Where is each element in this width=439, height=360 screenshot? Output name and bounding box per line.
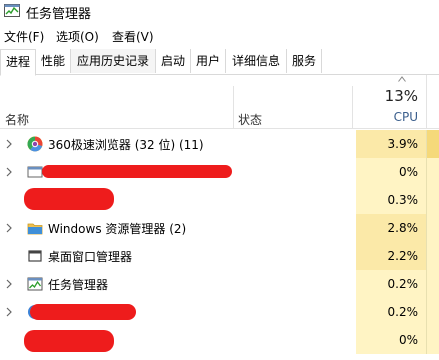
process-row[interactable]: 360极速浏览器 (32 位) (11) 3.9% — [0, 130, 439, 158]
tab-users[interactable]: 用户 — [191, 49, 226, 73]
tab-processes[interactable]: 进程 — [0, 49, 36, 76]
process-row[interactable]: 0% — [0, 326, 439, 354]
tab-startup[interactable]: 启动 — [156, 49, 191, 73]
cpu-value: 0% — [398, 165, 418, 179]
cpu-value: 2.8% — [387, 221, 419, 235]
expand-chevron-icon[interactable] — [6, 139, 12, 149]
expand-chevron-icon[interactable] — [6, 167, 12, 177]
header-separator — [0, 128, 439, 129]
desktop-window-icon — [28, 250, 42, 262]
redaction-mark — [24, 330, 114, 352]
cpu-value: 0.3% — [387, 193, 419, 207]
tab-details[interactable]: 详细信息 — [226, 49, 287, 73]
tab-performance[interactable]: 性能 — [36, 49, 71, 73]
task-manager-icon — [27, 277, 43, 291]
cpu-value: 2.2% — [387, 249, 419, 263]
menu-options[interactable]: 选项(O) — [56, 28, 99, 45]
360-browser-icon — [27, 136, 43, 152]
redaction-mark — [24, 188, 114, 210]
sort-chevron-up-icon — [398, 76, 406, 82]
memory-cell-partial — [426, 214, 439, 242]
memory-cell-partial — [426, 298, 439, 326]
column-header-memory-partial[interactable] — [426, 75, 439, 128]
column-divider[interactable] — [233, 86, 234, 128]
tab-services[interactable]: 服务 — [287, 49, 322, 73]
process-row[interactable]: Windows 资源管理器 (2) 2.8% — [0, 214, 439, 242]
process-name: 任务管理器 — [48, 278, 109, 292]
process-row[interactable]: 桌面窗口管理器 2.2% — [0, 242, 439, 270]
tab-app-history[interactable]: 应用历史记录 — [71, 49, 156, 73]
window-icon — [27, 166, 43, 178]
memory-cell-partial — [426, 242, 439, 270]
menu-bar: 文件(F) 选项(O) 查看(V) — [0, 26, 439, 46]
process-name: 360极速浏览器 (32 位) (11) — [48, 138, 204, 152]
column-divider[interactable] — [352, 86, 353, 128]
cpu-value: 0% — [398, 333, 418, 347]
folder-icon — [27, 223, 43, 235]
title-bar: 任务管理器 — [0, 0, 439, 22]
column-header-name[interactable]: 名称 — [5, 111, 29, 128]
memory-cell-partial — [426, 326, 439, 354]
cpu-value: 3.9% — [387, 137, 419, 151]
process-name: Windows 资源管理器 (2) — [48, 222, 187, 236]
process-row[interactable]: 0% — [0, 158, 439, 186]
process-row[interactable]: 0.2% — [0, 298, 439, 326]
column-header-cpu[interactable]: CPU — [356, 110, 418, 124]
process-row[interactable]: 任务管理器 0.2% — [0, 270, 439, 298]
process-row[interactable]: 0.3% — [0, 186, 439, 214]
process-name: 桌面窗口管理器 — [48, 250, 133, 264]
memory-cell-partial — [426, 158, 439, 186]
column-header-status[interactable]: 状态 — [238, 111, 262, 128]
memory-cell-partial — [426, 130, 439, 158]
menu-view[interactable]: 查看(V) — [112, 28, 154, 45]
memory-cell-partial — [426, 186, 439, 214]
menu-file[interactable]: 文件(F) — [4, 28, 44, 45]
cpu-total-percent[interactable]: 13% — [356, 87, 418, 105]
expand-chevron-icon[interactable] — [6, 307, 12, 317]
expand-chevron-icon[interactable] — [6, 279, 12, 289]
window-title: 任务管理器 — [26, 7, 92, 22]
expand-chevron-icon[interactable] — [6, 223, 12, 233]
redaction-mark — [42, 165, 232, 178]
tab-strip: 进程 性能 应用历史记录 启动 用户 详细信息 服务 — [0, 49, 439, 76]
task-manager-icon — [4, 4, 20, 17]
cpu-value: 0.2% — [387, 305, 419, 319]
memory-cell-partial — [426, 270, 439, 298]
redaction-mark — [30, 304, 136, 320]
cpu-value: 0.2% — [387, 277, 419, 291]
